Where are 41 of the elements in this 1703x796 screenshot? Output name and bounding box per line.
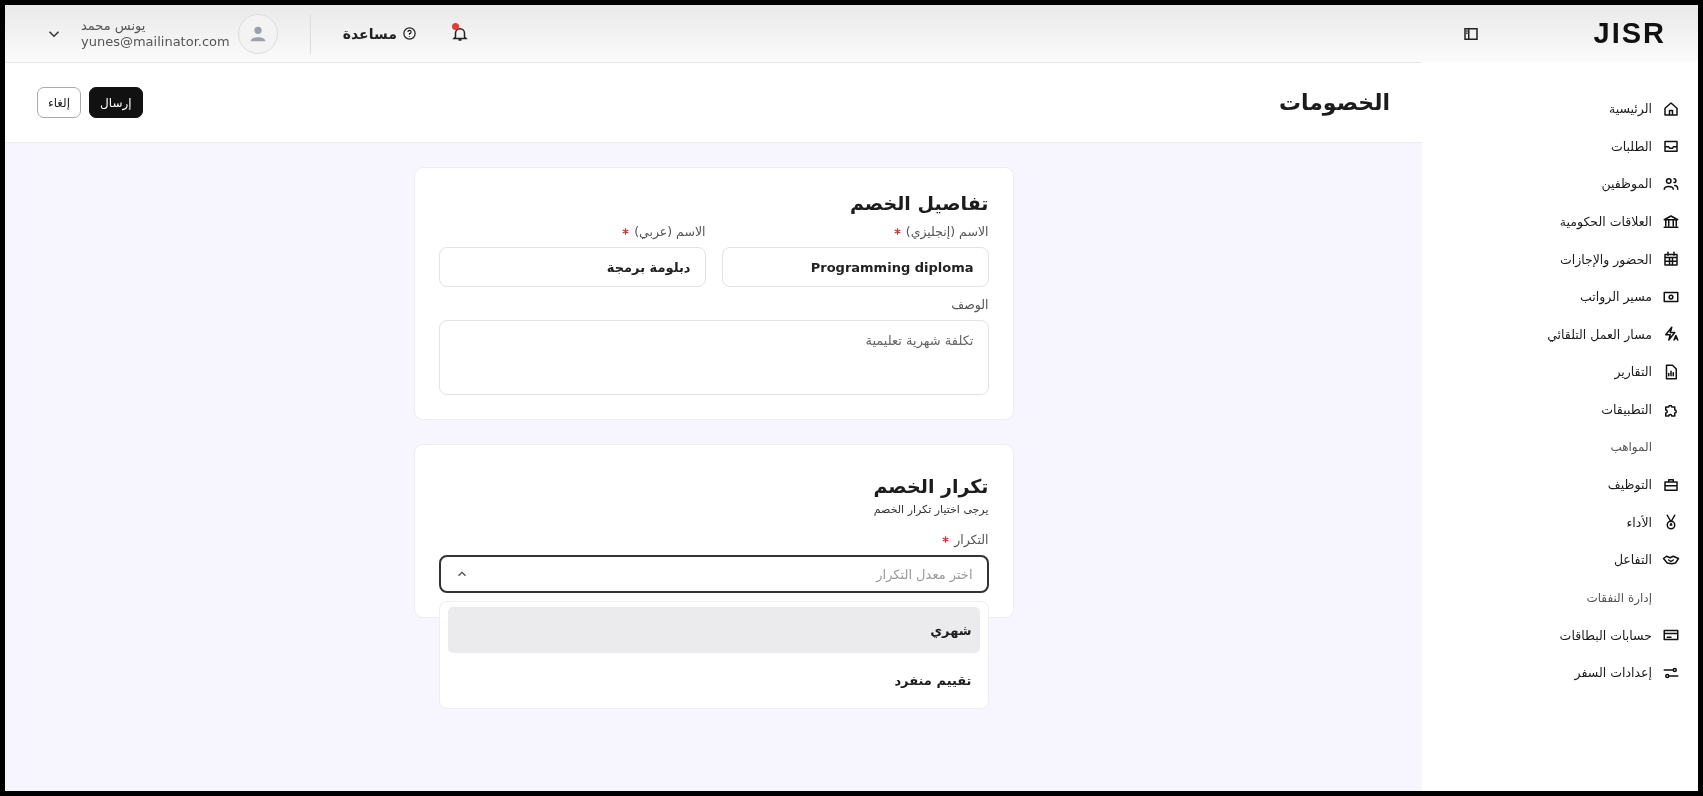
field-label: الاسم (عربي) (634, 224, 706, 239)
sidebar-item[interactable]: التطبيقات (1422, 390, 1680, 429)
sidebar-item[interactable]: الرئيسية (1422, 90, 1680, 128)
sidebar-item[interactable]: التوظيف (1422, 465, 1680, 504)
calendar-icon (1662, 250, 1680, 269)
bolt-icon (1662, 325, 1680, 344)
home-icon (1662, 99, 1680, 118)
sidebar-section-heading: إدارة النفقات (1585, 589, 1653, 607)
sidebar-item[interactable]: حسابات البطاقات (1422, 616, 1680, 654)
field-label: الاسم (إنجليزي) (905, 224, 989, 239)
sidebar-item[interactable]: الأداء (1422, 503, 1680, 542)
logo: JISR (1593, 17, 1666, 50)
sidebar-item[interactable]: العلاقات الحكومية (1422, 202, 1680, 241)
people-icon (1662, 175, 1680, 193)
sidebar-item[interactable]: التقارير (1422, 353, 1680, 391)
sidebar-item[interactable]: إعدادات السفر (1422, 653, 1680, 692)
submit-button[interactable]: إرسال (89, 87, 143, 118)
input-field[interactable]: Programming diploma (721, 247, 989, 287)
card-title: تفاصيل الخصم (848, 192, 989, 214)
sidebar-item[interactable]: الحضور والإجازات (1422, 240, 1680, 278)
bank-icon (1662, 212, 1680, 231)
card-title: تكرار الخصم (872, 475, 989, 497)
sidebar-section-heading: المواهب (1609, 439, 1653, 457)
help-button[interactable]: مساعدة (342, 25, 417, 42)
description-field[interactable]: تكلفة شهرية تعليمية (438, 320, 989, 395)
page-title: الخصومات (1278, 90, 1390, 115)
sidebar-item[interactable]: التفاعل (1422, 541, 1680, 579)
user-email: yunes@mailinator.com (81, 33, 230, 50)
card-subtitle: يرجى اختيار تكرار الخصم (872, 503, 989, 516)
input-field[interactable]: دبلومة برمجة (438, 247, 706, 287)
field-label: الوصف (950, 297, 989, 312)
cancel-button[interactable]: إلغاء (37, 87, 82, 118)
sidebar-item[interactable]: الموظفين (1422, 165, 1680, 203)
user-name: يونس محمد (81, 17, 146, 34)
sidebar-item[interactable]: مسار العمل التلقائي (1422, 315, 1680, 354)
sidebar-item[interactable]: الطلبات (1422, 127, 1680, 166)
sidebar-item[interactable]: مسير الرواتب (1422, 277, 1680, 316)
dropdown-option[interactable]: تقييم منفرد (447, 657, 980, 703)
field-label: التكرار (954, 532, 989, 547)
help-icon (401, 26, 417, 41)
dropdown-option[interactable]: شهري (447, 607, 980, 653)
